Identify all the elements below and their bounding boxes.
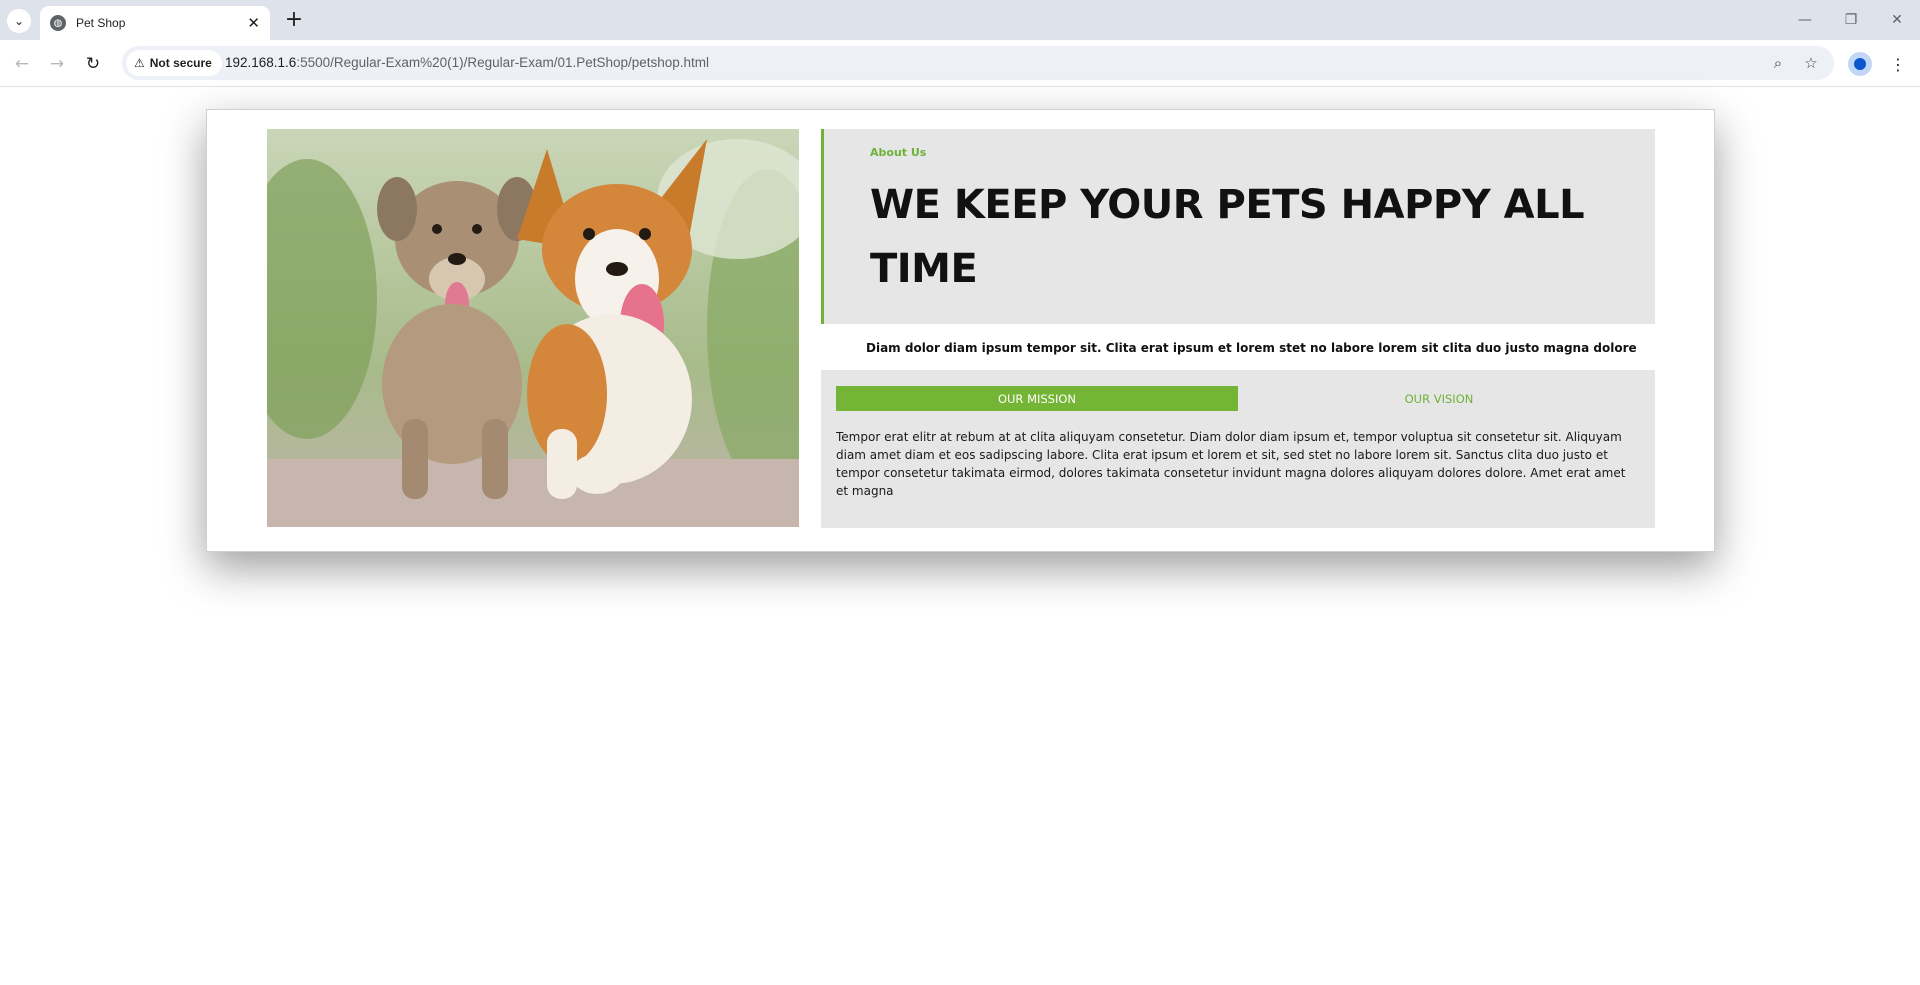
tab-title: Pet Shop <box>76 16 126 30</box>
about-content: About Us WE KEEP YOUR PETS HAPPY ALL TIM… <box>821 129 1655 528</box>
mission-vision-tabs: OUR MISSION OUR VISION Tempor erat elitr… <box>821 370 1655 528</box>
browser-toolbar: ← → ↻ ⚠ Not secure 192.168.1.6:5500/Regu… <box>0 40 1920 87</box>
url-host: 192.168.1.6 <box>225 55 297 70</box>
dogs-photo <box>267 129 799 527</box>
about-label: About Us <box>870 146 927 159</box>
lead-text: Diam dolor diam ipsum tempor sit. Clita … <box>866 341 1637 355</box>
globe-icon: ◍ <box>50 15 66 31</box>
about-section-card: About Us WE KEEP YOUR PETS HAPPY ALL TIM… <box>206 109 1715 552</box>
reload-icon[interactable]: ↻ <box>79 50 107 78</box>
security-label: Not secure <box>149 56 212 70</box>
minimize-icon[interactable]: — <box>1782 8 1828 32</box>
forward-arrow-icon[interactable]: → <box>43 50 71 78</box>
address-bar[interactable]: ⚠ Not secure 192.168.1.6:5500/Regular-Ex… <box>122 46 1834 80</box>
profile-avatar-icon[interactable] <box>1848 52 1872 76</box>
tab-close-icon[interactable]: ✕ <box>247 14 260 32</box>
bookmark-star-icon[interactable]: ☆ <box>1801 53 1821 73</box>
tab-panel-text: Tempor erat elitr at rebum at at clita a… <box>836 430 1626 498</box>
window-close-icon[interactable]: ✕ <box>1874 8 1920 32</box>
tab-search-chevron-down-icon[interactable]: ⌄ <box>7 9 31 33</box>
security-chip[interactable]: ⚠ Not secure <box>126 50 222 76</box>
tab-our-vision[interactable]: OUR VISION <box>1238 386 1640 411</box>
url-text[interactable]: 192.168.1.6:5500/Regular-Exam%20(1)/Regu… <box>225 55 709 70</box>
url-path: :5500/Regular-Exam%20(1)/Regular-Exam/01… <box>296 55 710 70</box>
new-tab-plus-icon[interactable]: + <box>282 8 306 32</box>
page-heading: WE KEEP YOUR PETS HAPPY ALL TIME <box>870 182 1585 292</box>
kebab-menu-icon[interactable]: ⋮ <box>1886 52 1910 76</box>
tab-row: OUR MISSION OUR VISION <box>836 386 1640 411</box>
tab-our-mission[interactable]: OUR MISSION <box>836 386 1238 411</box>
dogs-illustration <box>267 129 799 527</box>
restore-icon[interactable]: ❐ <box>1828 8 1874 32</box>
browser-tab[interactable]: ◍ Pet Shop ✕ <box>40 6 270 40</box>
back-arrow-icon[interactable]: ← <box>8 50 36 78</box>
about-heading-box: About Us WE KEEP YOUR PETS HAPPY ALL TIM… <box>821 129 1655 324</box>
zoom-icon[interactable]: ⌕ <box>1768 53 1788 73</box>
warning-triangle-icon: ⚠ <box>134 56 145 70</box>
browser-tabstrip: ⌄ ◍ Pet Shop ✕ + — ❐ ✕ <box>0 0 1920 40</box>
